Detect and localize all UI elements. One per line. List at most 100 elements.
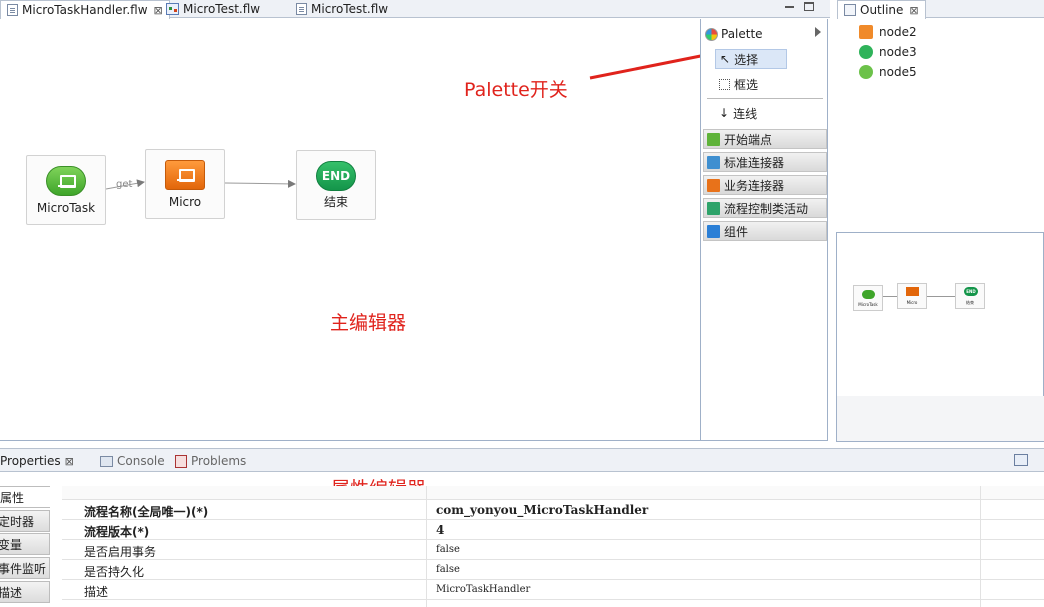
category-label: 组件 [724,224,749,239]
maximize-icon[interactable] [804,2,814,11]
minimap-edge [883,296,897,297]
side-tab-event-listener[interactable]: 事件监听 [0,557,50,579]
outline-item[interactable]: node2 [859,23,917,41]
table-row[interactable]: 是否启用事务 false [62,540,1044,560]
editor-tab-bar: MicroTaskHandler.flw ⊠ MicroTest.flw Mic… [0,0,830,19]
palette-category-component[interactable]: 组件 [703,221,827,241]
property-value[interactable]: false [436,544,460,555]
pointer-icon: ↖ [720,52,731,66]
business-connector-icon [707,178,720,192]
tool-label: 框选 [734,77,759,92]
palette-tool-marquee[interactable]: 框选 [715,74,787,94]
palette-category-business-connector[interactable]: 业务连接器 [703,175,827,195]
minimap-label: Micro [906,300,918,305]
tab-label: Console [117,454,165,468]
palette-tool-connection[interactable]: ↓ 连线 [715,103,787,123]
category-label: 开始端点 [724,132,773,147]
minimap-footer [837,396,1044,441]
category-label: 流程控制类活动 [724,201,809,216]
annotation-main-editor: 主编辑器 [330,312,407,334]
end-icon: END [316,161,356,191]
minimize-icon[interactable] [785,6,794,8]
palette-title: Palette [721,27,763,41]
table-row[interactable]: 是否持久化 false [62,560,1044,580]
node-microtask[interactable]: MicroTask [26,155,106,225]
outline-item[interactable]: node5 [859,63,917,81]
table-row[interactable]: 流程版本(*) 4 [62,520,1044,540]
palette-divider [707,98,823,99]
properties-tab-bar: Properties ⊠ Console Problems [0,448,1044,472]
outline-tab-bar: Outline ⊠ [837,0,1044,19]
property-value[interactable]: MicroTaskHandler [436,584,530,595]
properties-editor: 属性 定时器 变量 事件监听 描述 属性编辑器 流程名称(全局唯一)(*) co… [0,472,1044,607]
edge-label: get [116,179,133,190]
palette-category-standard-connector[interactable]: 标准连接器 [703,152,827,172]
palette-tool-select[interactable]: ↖ 选择 [715,49,787,69]
close-icon[interactable]: ⊠ [909,4,918,17]
arrow-down-icon: ↓ [719,106,730,120]
property-key: 是否启用事务 [84,545,157,559]
palette-category-start[interactable]: 开始端点 [703,129,827,149]
tab-microtaskhandler[interactable]: MicroTaskHandler.flw ⊠ [0,0,170,19]
property-value[interactable]: com_yonyou_MicroTaskHandler [436,503,648,517]
category-label: 业务连接器 [724,178,785,193]
minimap-label: 结束 [966,300,974,305]
outline-item[interactable]: node3 [859,43,917,61]
side-tab-variables[interactable]: 变量 [0,533,50,555]
side-tab-properties[interactable]: 属性 [0,486,50,508]
laptop-icon [46,166,86,196]
node-label: Micro [168,195,202,209]
side-tab-description[interactable]: 描述 [0,581,50,603]
node-label: MicroTask [36,201,96,215]
tab-problems[interactable]: Problems [175,452,246,470]
palette-icon [705,27,718,41]
end-node-icon [859,65,873,79]
component-icon [707,224,720,238]
edge-micro-end[interactable] [224,179,296,188]
tab-label: MicroTest.flw [183,2,261,16]
property-value[interactable]: 4 [436,523,444,537]
node-end[interactable]: END 结束 [296,150,376,220]
outline-tree: node2 node3 node5 [837,19,1044,231]
category-label: 标准连接器 [724,155,785,170]
outline-item-label: node3 [879,45,917,59]
minimap-task-icon [906,287,919,296]
tab-outline[interactable]: Outline ⊠ [837,0,926,19]
table-row[interactable]: 流程名称(全局唯一)(*) com_yonyou_MicroTaskHandle… [62,500,1044,520]
pin-view-icon[interactable] [1014,454,1028,466]
property-key: 描述 [84,585,109,599]
tab-properties[interactable]: Properties ⊠ [0,452,74,470]
connector-icon [707,155,720,169]
close-icon[interactable]: ⊠ [65,455,74,468]
minimap-label: MicroTask [858,302,878,307]
tab-label: MicroTest.flw [311,2,389,16]
tool-label: 选择 [734,52,759,67]
annotation-palette-toggle: Palette开关 [464,79,568,101]
outline-item-label: node5 [879,65,917,79]
properties-header-row [62,486,1044,500]
text-file-icon [296,3,307,15]
property-key: 流程名称(全局唯一)(*) [84,505,209,519]
flow-diagram-icon [166,3,179,15]
minimap-node: END 结束 [955,283,985,309]
flow-control-icon [707,201,720,215]
palette-toggle-icon[interactable] [815,27,821,37]
tab-microtest-1[interactable]: MicroTest.flw [160,0,266,18]
node-label: 结束 [323,195,348,209]
task-node-icon [859,25,873,39]
tab-label: Outline [860,3,904,17]
table-row[interactable]: 描述 MicroTaskHandler [62,580,1044,600]
node-micro[interactable]: Micro [145,149,225,219]
outline-item-label: node2 [879,25,917,39]
property-value[interactable]: false [436,564,460,575]
marquee-icon [719,78,730,90]
palette-category-flow-control[interactable]: 流程控制类活动 [703,198,827,218]
tab-console[interactable]: Console [100,452,165,470]
tab-microtest-2[interactable]: MicroTest.flw [290,0,394,18]
side-tab-timer[interactable]: 定时器 [0,510,50,532]
problems-icon [175,454,187,468]
minimap-node: MicroTask [853,285,883,311]
outline-icon [844,4,856,16]
palette-header[interactable]: Palette [701,23,827,45]
tab-label: Properties [0,454,61,468]
